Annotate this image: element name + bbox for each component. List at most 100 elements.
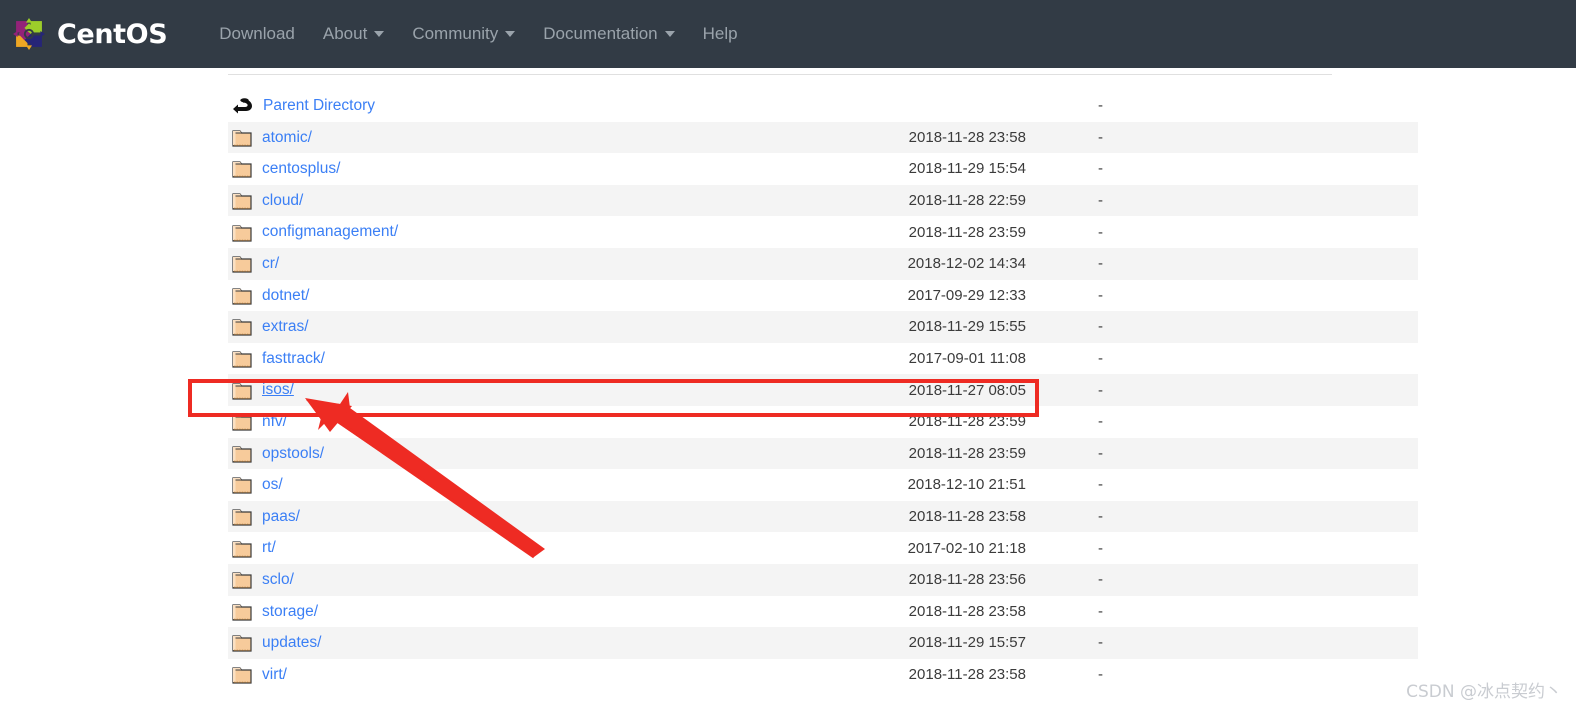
folder-icon [232, 539, 252, 558]
table-row[interactable]: virt/2018-11-28 23:58 - [228, 659, 1418, 691]
directory-link[interactable]: configmanagement/ [262, 224, 398, 240]
nav-item-community[interactable]: Community [398, 16, 529, 52]
table-row[interactable]: storage/2018-11-28 23:58 - [228, 596, 1418, 628]
brand-label: CentOS [57, 18, 168, 50]
directory-link[interactable]: cloud/ [262, 193, 303, 209]
name-cell-wrapper: sclo/ [232, 570, 678, 589]
cell-last-modified: 2018-12-02 14:34 [907, 255, 1026, 273]
nav-item-about[interactable]: About [309, 16, 398, 52]
folder-icon [232, 633, 252, 652]
centos-brand-link[interactable]: CentOS [10, 15, 168, 53]
cell-size: - [1098, 413, 1103, 431]
table-row[interactable]: cloud/2018-11-28 22:59 - [228, 184, 1418, 217]
cell-size: - [1098, 602, 1103, 620]
name-cell-wrapper: storage/ [232, 602, 678, 621]
table-row[interactable]: extras/2018-11-29 15:55 - [228, 311, 1418, 343]
directory-link[interactable]: opstools/ [262, 446, 324, 462]
name-cell-wrapper: Parent Directory [232, 96, 678, 115]
cell-name: storage/ [228, 596, 678, 628]
cell-size: - [1098, 381, 1103, 399]
nav-item-download[interactable]: Download [205, 16, 309, 52]
table-row[interactable]: sclo/2018-11-28 23:56 - [228, 563, 1418, 596]
table-row[interactable]: os/2018-12-10 21:51 - [228, 469, 1418, 501]
table-row[interactable]: opstools/2018-11-28 23:59 - [228, 437, 1418, 470]
nav-label-documentation: Documentation [543, 24, 658, 43]
cell-name: os/ [228, 469, 678, 501]
nav-label-download: Download [219, 24, 295, 43]
top-navbar: CentOS Download About Community Document… [0, 0, 1576, 68]
folder-icon [232, 254, 252, 273]
table-row[interactable]: dotnet/2017-09-29 12:33 - [228, 280, 1418, 312]
directory-link[interactable]: extras/ [262, 319, 309, 335]
name-cell-wrapper: paas/ [232, 507, 678, 526]
chevron-down-icon [505, 31, 516, 37]
directory-link[interactable]: Parent Directory [263, 98, 375, 114]
cell-last-modified: 2018-11-28 23:59 [908, 413, 1026, 431]
cell-last-modified: 2018-12-10 21:51 [907, 476, 1026, 494]
cell-size: - [1098, 539, 1103, 557]
cell-name: nfv/ [228, 406, 678, 438]
table-row[interactable]: updates/2018-11-29 15:57 - [228, 627, 1418, 659]
table-row[interactable]: configmanagement/2018-11-28 23:59 - [228, 216, 1418, 248]
folder-icon [232, 412, 252, 431]
name-cell-wrapper: atomic/ [232, 128, 678, 147]
folder-icon [232, 286, 252, 305]
directory-link[interactable]: cr/ [262, 256, 279, 272]
nav-item-documentation[interactable]: Documentation [529, 16, 688, 52]
cell-last-modified: 2017-09-29 12:33 [907, 286, 1026, 304]
directory-link[interactable]: os/ [262, 477, 283, 493]
nav-label-about: About [322, 24, 368, 43]
directory-link[interactable]: centosplus/ [262, 161, 340, 177]
cell-last-modified: 2018-11-29 15:54 [908, 160, 1026, 178]
cell-last-modified: 2018-11-28 23:58 [908, 665, 1026, 683]
directory-link[interactable]: isos/ [262, 382, 294, 398]
chevron-down-icon [374, 31, 385, 37]
cell-last-modified: 2018-11-28 23:58 [908, 508, 1026, 526]
cell-name: cr/ [228, 248, 678, 280]
directory-link[interactable]: paas/ [262, 509, 300, 525]
folder-icon [232, 507, 252, 526]
cell-size: - [1098, 571, 1103, 589]
directory-link[interactable]: virt/ [262, 667, 287, 683]
folder-icon [232, 128, 252, 147]
table-row[interactable]: paas/2018-11-28 23:58 - [228, 500, 1418, 533]
directory-link[interactable]: nfv/ [262, 414, 287, 430]
name-cell-wrapper: extras/ [232, 317, 678, 337]
name-cell-wrapper: nfv/ [232, 412, 678, 431]
cell-name: paas/ [228, 501, 678, 533]
cell-size: - [1098, 192, 1103, 210]
folder-icon [232, 191, 252, 210]
directory-link[interactable]: storage/ [262, 604, 318, 620]
cell-name: virt/ [228, 659, 678, 691]
cell-size: - [1098, 444, 1103, 462]
directory-link[interactable]: updates/ [262, 635, 321, 651]
table-row[interactable]: atomic/2018-11-28 23:58 - [228, 121, 1418, 154]
table-row[interactable]: cr/2018-12-02 14:34 - [228, 247, 1418, 280]
folder-icon [232, 570, 252, 589]
cell-name: cloud/ [228, 185, 678, 217]
name-cell-wrapper: centosplus/ [232, 159, 678, 179]
table-row[interactable]: nfv/2018-11-28 23:59 - [228, 406, 1418, 438]
cell-name: Parent Directory [228, 90, 678, 122]
folder-icon [232, 317, 252, 337]
cell-last-modified: 2018-11-28 23:58 [908, 602, 1026, 620]
directory-link[interactable]: rt/ [262, 540, 276, 556]
nav-item-help[interactable]: Help [689, 16, 752, 52]
directory-link[interactable]: fasttrack/ [262, 351, 325, 367]
directory-link[interactable]: sclo/ [262, 572, 294, 588]
table-row[interactable]: isos/2018-11-27 08:05 - [228, 374, 1418, 406]
table-row[interactable]: fasttrack/2017-09-01 11:08 - [228, 343, 1418, 375]
directory-link[interactable]: atomic/ [262, 130, 312, 146]
cell-name: centosplus/ [228, 153, 678, 185]
cell-last-modified: 2018-11-28 23:56 [908, 571, 1026, 589]
name-cell-wrapper: opstools/ [232, 444, 678, 463]
table-row[interactable]: centosplus/2018-11-29 15:54 - [228, 153, 1418, 185]
name-cell-wrapper: updates/ [232, 633, 678, 652]
nav-label-help: Help [702, 24, 738, 43]
directory-table-body: Parent Directory - atomic/2018-11-28 23:58… [228, 90, 1418, 690]
directory-link[interactable]: dotnet/ [262, 288, 309, 304]
table-row[interactable]: Parent Directory - [228, 90, 1418, 122]
table-row[interactable]: rt/2017-02-10 21:18 - [228, 532, 1418, 564]
cell-size: - [1098, 508, 1103, 526]
folder-icon [232, 381, 252, 400]
